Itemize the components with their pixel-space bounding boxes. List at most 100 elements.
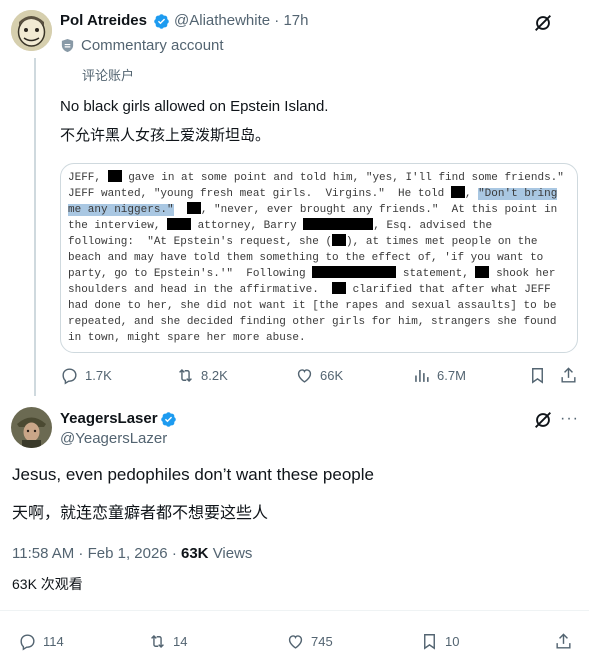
tweet-text-translation: 天啊，就连恋童癖者都不想要这些人 <box>12 505 269 522</box>
repost-count: 8.2K <box>201 368 228 383</box>
document-image-card[interactable]: JEFF, gave in at some point and told him… <box>60 163 578 353</box>
post-time[interactable]: 17h <box>283 12 308 29</box>
tweet-text: No black girls allowed on Epstein Island… <box>60 98 329 115</box>
analytics-icon <box>415 369 429 382</box>
document-text-segment: clarified that after what JEFF <box>346 284 551 296</box>
author-handle[interactable]: @Aliathewhite · 17h <box>174 12 308 29</box>
bookmark-button[interactable]: 10 <box>420 632 459 651</box>
document-line: in town, might spare her more abuse. <box>68 330 572 346</box>
document-text-segment: ), at times met people on the <box>346 236 538 248</box>
redaction-bar <box>332 234 347 246</box>
redaction-bar <box>312 266 397 278</box>
document-text-segment <box>174 204 187 216</box>
repost-count: 14 <box>173 634 188 649</box>
document-text-segment: gave in at some point and told him, "yes… <box>121 172 564 184</box>
document-text-segment: attorney, Barry <box>191 220 304 232</box>
avatar-pol-atreides[interactable] <box>11 10 52 51</box>
document-text-segment: the interview, <box>68 220 168 232</box>
document-text-segment: statement, <box>396 268 476 280</box>
reply-button[interactable]: 1.7K <box>60 366 112 385</box>
document-text-segment: in town, might spare her more abuse. <box>68 332 306 344</box>
share-icon[interactable] <box>554 632 573 651</box>
views-button[interactable]: 6.7M <box>412 366 466 385</box>
author-handle[interactable]: @YeagersLazer <box>60 430 167 447</box>
like-count: 745 <box>311 634 333 649</box>
document-text: JEFF, gave in at some point and told him… <box>68 170 572 346</box>
tweet-text-translation: 不允许黑人女孩上爱泼斯坦岛。 <box>60 127 271 144</box>
heart-icon <box>288 635 303 649</box>
author-name[interactable]: Pol Atreides <box>60 12 147 29</box>
document-text-segment: JEFF, <box>68 172 108 184</box>
redaction-bar <box>186 202 201 214</box>
document-text-segment: following: "At Epstein's request, she ( <box>68 236 333 248</box>
document-line: JEFF, gave in at some point and told him… <box>68 170 572 186</box>
document-line: party, go to Epstein's.'" Following stat… <box>68 266 572 282</box>
document-line: beach and may have told them something t… <box>68 250 572 266</box>
verified-badge-icon <box>154 14 169 29</box>
views-count: 63K <box>180 545 209 562</box>
document-text-segment: repeated, and she decided finding other … <box>68 316 557 328</box>
commentary-shield-icon <box>61 38 74 53</box>
bookmark-icon <box>424 634 435 650</box>
highlighted-text: "Don't bring <box>478 188 558 200</box>
redaction-bar <box>450 186 465 198</box>
document-text-segment: had done to her, she did not want it [th… <box>68 300 557 312</box>
post-timestamp[interactable]: 11:58 AM · Feb 1, 2026 · <box>12 545 181 562</box>
author-name[interactable]: YeagersLaser <box>60 410 158 427</box>
post-metadata: 11:58 AM · Feb 1, 2026 · 63K Views <box>12 545 252 562</box>
avatar-image <box>11 10 52 51</box>
reply-icon <box>62 368 77 385</box>
bookmark-count: 10 <box>445 634 460 649</box>
commentary-translation: 评论账户 <box>82 68 135 83</box>
avatar-yeagerslaser[interactable] <box>11 407 52 448</box>
redaction-bar <box>332 282 347 294</box>
document-text-segment: shook her <box>489 268 556 280</box>
document-line: repeated, and she decided finding other … <box>68 314 572 330</box>
repost-button[interactable]: 8.2K <box>176 366 228 385</box>
like-button[interactable]: 66K <box>295 366 343 385</box>
handle-text: @Aliathewhite <box>174 12 271 29</box>
repost-button[interactable]: 14 <box>148 632 187 651</box>
like-button[interactable]: 745 <box>286 632 333 651</box>
redaction-bar <box>475 266 490 278</box>
reply-button[interactable]: 114 <box>18 632 64 651</box>
divider <box>0 610 589 611</box>
document-text-segment: party, go to Epstein's.'" Following <box>68 268 313 280</box>
document-text-segment: JEFF wanted, "young fresh meat girls. Vi… <box>68 188 451 200</box>
reply-count: 1.7K <box>85 368 112 383</box>
document-line: had done to her, she did not want it [th… <box>68 298 572 314</box>
like-count: 66K <box>320 368 344 383</box>
views-count: 6.7M <box>437 368 466 383</box>
views-label: Views <box>212 545 253 562</box>
document-line: JEFF wanted, "young fresh meat girls. Vi… <box>68 186 572 202</box>
highlighted-text: me any niggers." <box>68 204 174 216</box>
document-text-segment: , "never, ever brought any friends." At … <box>200 204 558 216</box>
commentary-text: Commentary account <box>81 37 224 54</box>
more-options-icon[interactable]: ··· <box>560 410 579 428</box>
share-icon[interactable] <box>559 366 578 385</box>
document-line: following: "At Epstein's request, she ()… <box>68 234 572 250</box>
avatar-image <box>11 407 52 448</box>
repost-icon <box>151 634 164 649</box>
document-line: me any niggers." , "never, ever brought … <box>68 202 572 218</box>
document-line: shoulders and head in the affirmative. c… <box>68 282 572 298</box>
commentary-account-label: Commentary account <box>60 37 224 54</box>
grok-icon[interactable] <box>532 12 554 34</box>
repost-icon <box>179 368 192 383</box>
thread-connector-line <box>34 58 36 396</box>
tweet-text: Jesus, even pedophiles don’t want these … <box>12 465 374 484</box>
reply-count: 114 <box>43 634 64 649</box>
reply-icon <box>20 634 35 651</box>
separator-dot: · <box>274 12 280 29</box>
bookmark-icon[interactable] <box>528 366 547 385</box>
verified-badge-icon <box>161 412 176 427</box>
grok-icon[interactable] <box>532 409 554 431</box>
document-text-segment: , <box>464 188 479 200</box>
views-translation: 63K 次观看 <box>12 576 83 592</box>
redaction-bar <box>107 170 122 182</box>
document-line: the interview, attorney, Barry , Esq. ad… <box>68 218 572 234</box>
heart-icon <box>297 369 312 383</box>
redaction-bar <box>303 218 374 230</box>
document-text-segment: shoulders and head in the affirmative. <box>68 284 333 296</box>
redaction-bar <box>167 218 192 230</box>
